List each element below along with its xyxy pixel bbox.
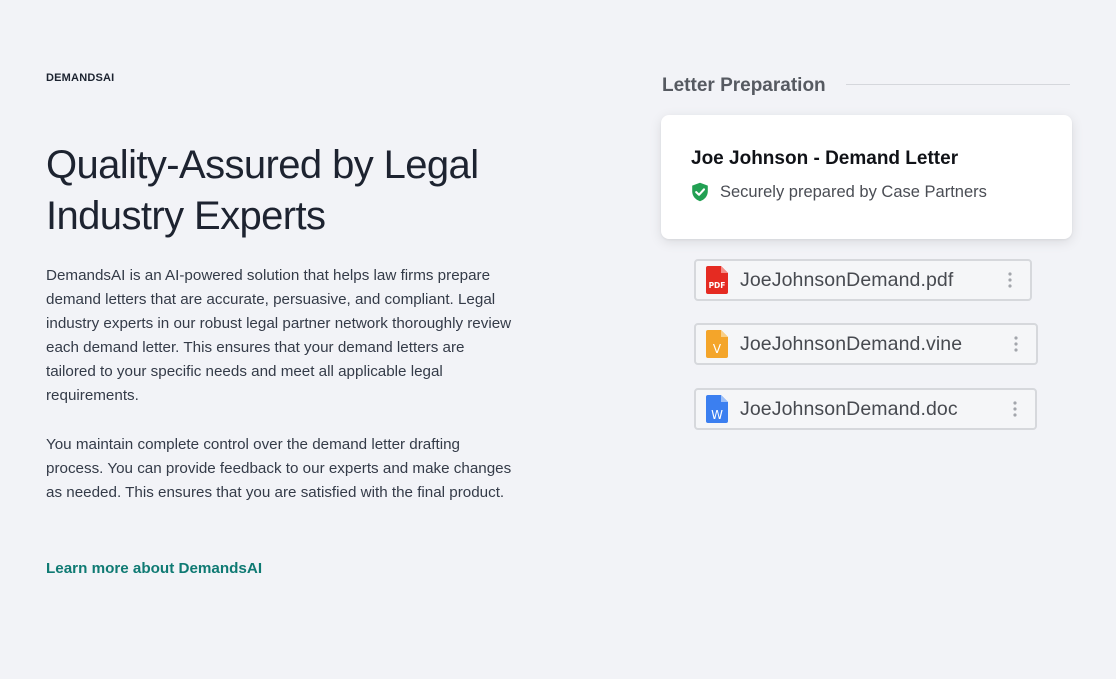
- vine-file-icon: V: [706, 330, 728, 358]
- svg-text:W: W: [711, 408, 723, 422]
- learn-more-link[interactable]: Learn more about DemandsAI: [46, 560, 262, 577]
- page-title: Quality-Assured by Legal Industry Expert…: [46, 143, 479, 238]
- section-title: Letter Preparation: [662, 75, 826, 96]
- file-name: JoeJohnsonDemand.vine: [740, 332, 963, 355]
- more-options-icon[interactable]: [1000, 268, 1020, 292]
- letter-card-subtitle: Securely prepared by Case Partners: [720, 182, 987, 201]
- svg-text:PDF: PDF: [709, 281, 726, 290]
- pdf-file-icon: PDF: [706, 266, 728, 294]
- section-divider: [846, 84, 1070, 85]
- more-options-icon[interactable]: [1006, 332, 1026, 356]
- file-name: JoeJohnsonDemand.doc: [740, 397, 958, 420]
- brand-label: DEMANDSAI: [46, 72, 115, 84]
- svg-text:V: V: [713, 342, 722, 356]
- file-item-doc[interactable]: W JoeJohnsonDemand.doc: [694, 388, 1037, 430]
- shield-check-icon: [691, 182, 709, 202]
- letter-card: Joe Johnson - Demand Letter Securely pre…: [661, 115, 1072, 239]
- control-paragraph: You maintain complete control over the d…: [46, 436, 512, 502]
- file-item-vine[interactable]: V JoeJohnsonDemand.vine: [694, 323, 1038, 365]
- word-file-icon: W: [706, 395, 728, 423]
- description-paragraph: DemandsAI is an AI-powered solution that…: [46, 267, 512, 405]
- file-item-pdf[interactable]: PDF JoeJohnsonDemand.pdf: [694, 259, 1032, 301]
- letter-card-title: Joe Johnson - Demand Letter: [691, 148, 959, 169]
- file-name: JoeJohnsonDemand.pdf: [740, 268, 954, 291]
- letter-preparation-header: Letter Preparation: [662, 74, 1070, 98]
- more-options-icon[interactable]: [1005, 397, 1025, 421]
- letter-card-status: Securely prepared by Case Partners: [691, 182, 987, 202]
